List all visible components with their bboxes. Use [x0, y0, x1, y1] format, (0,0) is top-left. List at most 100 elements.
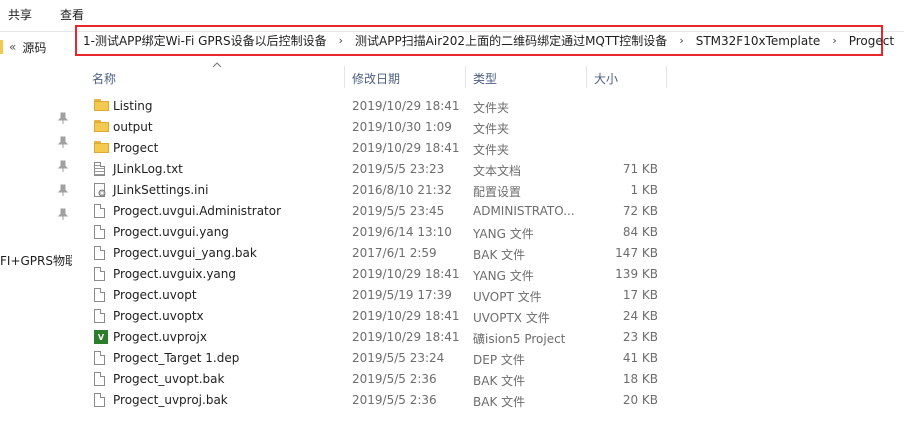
file-size: 71 KB [622, 162, 658, 176]
folder-icon [94, 141, 109, 153]
file-name: output [113, 120, 153, 134]
file-type: UVOPTX 文件 [473, 311, 550, 325]
file-icon [94, 246, 105, 260]
folder-icon [0, 40, 3, 54]
file-type: BAK 文件 [473, 395, 526, 409]
file-size: 23 KB [622, 330, 658, 344]
file-name: Progect_uvproj.bak [113, 393, 228, 407]
file-size: 72 KB [622, 204, 658, 218]
file-row[interactable]: Progect_Target 1.dep 2019/5/5 23:24 DEP 文件… [84, 348, 904, 369]
file-name: Progect.uvprojx [113, 330, 207, 344]
file-date: 2019/5/5 2:36 [352, 393, 437, 407]
file-size: 17 KB [622, 288, 658, 302]
breadcrumb-item[interactable]: Progect [843, 34, 900, 48]
column-header-size[interactable]: 大小 [594, 70, 618, 87]
file-date: 2019/5/5 23:24 [352, 351, 445, 365]
pin-icon[interactable] [57, 136, 69, 148]
pin-icon[interactable] [57, 160, 69, 172]
file-list: Listing 2019/10/29 18:41 文件夹 output 2019/10/… [84, 96, 904, 411]
file-row[interactable]: Progect_uvopt.bak 2019/5/5 2:36 BAK 文件 18 K… [84, 369, 904, 390]
file-size: 24 KB [622, 309, 658, 323]
file-type: 文件夹 [473, 101, 510, 115]
column-divider[interactable] [666, 66, 667, 88]
file-name: Progect.uvgui.Administrator [113, 204, 282, 218]
breadcrumb-item[interactable]: 测试APP扫描Air202上面的二维码绑定通过MQTT控制设备 [349, 32, 673, 49]
column-headers: 名称 修改日期 类型 大小 [84, 62, 904, 90]
file-name: Listing [113, 99, 153, 113]
file-type: 文本文档 [473, 164, 522, 178]
sort-ascending-icon [212, 61, 222, 71]
file-name: JLinkSettings.ini [113, 183, 209, 197]
file-date: 2019/10/29 18:41 [352, 141, 460, 155]
file-date: 2019/5/5 23:23 [352, 162, 445, 176]
file-name: Progect.uvoptx [113, 309, 204, 323]
file-date: 2016/8/10 21:32 [352, 183, 452, 197]
breadcrumb-item[interactable]: 1-测试APP绑定Wi-Fi GPRS设备以后控制设备 [77, 32, 333, 49]
file-row[interactable]: Progect.uvgui_yang.bak 2017/6/1 2:59 BAK 文… [84, 243, 904, 264]
tab-share[interactable]: 共享 [8, 6, 32, 23]
file-type: BAK 文件 [473, 248, 526, 262]
file-name: Progect_Target 1.dep [113, 351, 240, 365]
file-type: UVOPT 文件 [473, 290, 542, 304]
file-row[interactable]: JLinkSettings.ini 2016/8/10 21:32 配置设置 1 KB [84, 180, 904, 201]
file-date: 2017/6/1 2:59 [352, 246, 437, 260]
pin-icon[interactable] [57, 112, 69, 124]
breadcrumb-separator-icon[interactable]: › [333, 34, 349, 47]
column-divider[interactable] [344, 66, 345, 88]
pin-icon[interactable] [57, 208, 69, 220]
file-row[interactable]: JLinkLog.txt 2019/5/5 23:23 文本文档 71 KB [84, 159, 904, 180]
file-size: 41 KB [622, 351, 658, 365]
file-row[interactable]: Progect.uvgui.yang 2019/6/14 13:10 YANG 文件… [84, 222, 904, 243]
file-size: 139 KB [615, 267, 658, 281]
nav-item-truncated[interactable]: FI+GPRS物联 [0, 252, 72, 269]
file-icon [94, 351, 105, 365]
file-name: Progect.uvopt [113, 288, 197, 302]
folder-icon [94, 99, 109, 111]
column-divider[interactable] [586, 66, 587, 88]
file-name: Progect.uvgui.yang [113, 225, 229, 239]
file-row[interactable]: Progect.uvgui.Administrator 2019/5/5 23:4… [84, 201, 904, 222]
column-divider[interactable] [465, 66, 466, 88]
file-name: Progect.uvguix.yang [113, 267, 237, 281]
file-row[interactable]: output 2019/10/30 1:09 文件夹 [84, 117, 904, 138]
breadcrumb-separator-icon[interactable]: › [673, 34, 689, 47]
pin-icon[interactable] [57, 184, 69, 196]
file-date: 2019/10/29 18:41 [352, 267, 460, 281]
breadcrumb-root[interactable]: 源码 [22, 39, 46, 56]
file-icon [94, 204, 105, 218]
file-row[interactable]: Progect.uvopt 2019/5/19 17:39 UVOPT 文件 17 K… [84, 285, 904, 306]
file-date: 2019/5/5 2:36 [352, 372, 437, 386]
file-type: BAK 文件 [473, 374, 526, 388]
file-date: 2019/5/5 23:45 [352, 204, 445, 218]
file-icon [94, 288, 105, 302]
file-type: 文件夹 [473, 122, 510, 136]
file-icon [94, 393, 105, 407]
file-date: 2019/10/29 18:41 [352, 99, 460, 113]
file-row[interactable]: Progect.uvoptx 2019/10/29 18:41 UVOPTX 文件 2… [84, 306, 904, 327]
column-header-date[interactable]: 修改日期 [352, 70, 400, 87]
tab-view[interactable]: 查看 [60, 6, 84, 23]
column-header-name[interactable]: 名称 [92, 70, 116, 87]
breadcrumb-item[interactable]: STM32F10xTemplate [690, 34, 827, 48]
file-size: 147 KB [615, 246, 658, 260]
overflow-chevron-icon[interactable]: « [9, 40, 16, 54]
file-size: 84 KB [622, 225, 658, 239]
file-icon [94, 372, 105, 386]
file-type: 文件夹 [473, 143, 510, 157]
file-row[interactable]: Progect.uvguix.yang 2019/10/29 18:41 YANG … [84, 264, 904, 285]
file-size: 20 KB [622, 393, 658, 407]
file-row[interactable]: Progect_uvproj.bak 2019/5/5 2:36 BAK 文件 20 … [84, 390, 904, 411]
breadcrumb-separator-icon[interactable]: › [826, 34, 842, 47]
file-row[interactable]: V Progect.uvprojx 2019/10/29 18:41 礦ision5 … [84, 327, 904, 348]
file-date: 2019/10/29 18:41 [352, 330, 460, 344]
file-row[interactable]: Progect 2019/10/29 18:41 文件夹 [84, 138, 904, 159]
file-type: YANG 文件 [473, 227, 534, 241]
file-name: Progect_uvopt.bak [113, 372, 225, 386]
file-size: 1 KB [630, 183, 658, 197]
file-type: 配置设置 [473, 185, 522, 199]
settings-file-icon [94, 183, 107, 197]
file-row[interactable]: Listing 2019/10/29 18:41 文件夹 [84, 96, 904, 117]
column-header-type[interactable]: 类型 [473, 70, 497, 87]
uvision-icon: V [94, 330, 108, 344]
file-type: ADMINISTRATO... [473, 204, 575, 218]
